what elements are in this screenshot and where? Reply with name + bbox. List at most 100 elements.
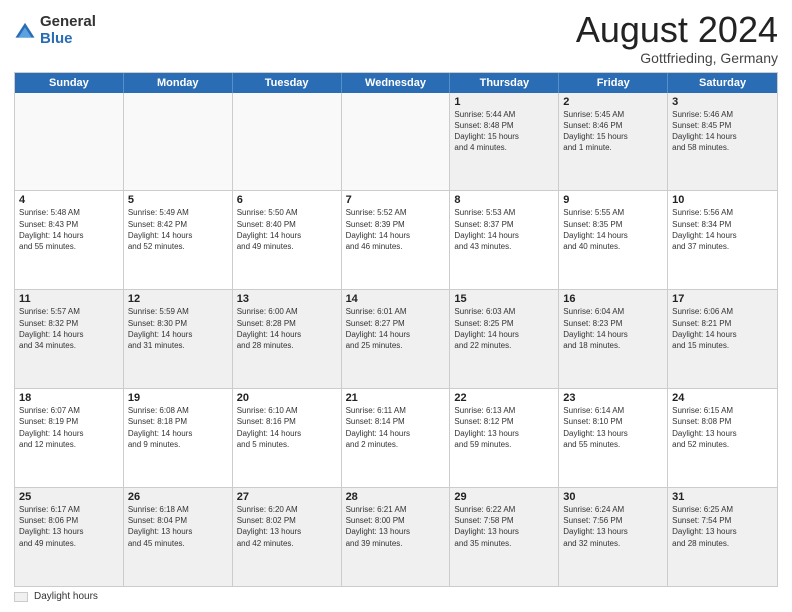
day-number: 7	[346, 194, 446, 206]
calendar: SundayMondayTuesdayWednesdayThursdayFrid…	[14, 72, 778, 587]
legend-box	[14, 592, 28, 602]
day-number: 14	[346, 293, 446, 305]
day-cell-9: 9Sunrise: 5:55 AM Sunset: 8:35 PM Daylig…	[559, 191, 668, 289]
day-number: 23	[563, 392, 663, 404]
day-info: Sunrise: 5:45 AM Sunset: 8:46 PM Dayligh…	[563, 109, 663, 154]
calendar-row-3: 11Sunrise: 5:57 AM Sunset: 8:32 PM Dayli…	[15, 290, 777, 389]
day-cell-26: 26Sunrise: 6:18 AM Sunset: 8:04 PM Dayli…	[124, 488, 233, 586]
day-number: 24	[672, 392, 773, 404]
day-number: 27	[237, 491, 337, 503]
day-info: Sunrise: 6:24 AM Sunset: 7:56 PM Dayligh…	[563, 504, 663, 549]
day-cell-25: 25Sunrise: 6:17 AM Sunset: 8:06 PM Dayli…	[15, 488, 124, 586]
day-number: 1	[454, 96, 554, 108]
day-info: Sunrise: 6:00 AM Sunset: 8:28 PM Dayligh…	[237, 306, 337, 351]
day-cell-13: 13Sunrise: 6:00 AM Sunset: 8:28 PM Dayli…	[233, 290, 342, 388]
calendar-row-2: 4Sunrise: 5:48 AM Sunset: 8:43 PM Daylig…	[15, 191, 777, 290]
header: General Blue August 2024 Gottfrieding, G…	[14, 10, 778, 66]
day-cell-28: 28Sunrise: 6:21 AM Sunset: 8:00 PM Dayli…	[342, 488, 451, 586]
logo-text: General Blue	[40, 14, 96, 47]
title-block: August 2024 Gottfrieding, Germany	[576, 10, 778, 66]
month-title: August 2024	[576, 10, 778, 50]
empty-cell	[15, 93, 124, 191]
day-info: Sunrise: 6:07 AM Sunset: 8:19 PM Dayligh…	[19, 405, 119, 450]
day-cell-18: 18Sunrise: 6:07 AM Sunset: 8:19 PM Dayli…	[15, 389, 124, 487]
day-number: 3	[672, 96, 773, 108]
day-info: Sunrise: 6:15 AM Sunset: 8:08 PM Dayligh…	[672, 405, 773, 450]
day-number: 5	[128, 194, 228, 206]
day-cell-8: 8Sunrise: 5:53 AM Sunset: 8:37 PM Daylig…	[450, 191, 559, 289]
weekday-header-monday: Monday	[124, 73, 233, 93]
weekday-header-wednesday: Wednesday	[342, 73, 451, 93]
day-number: 22	[454, 392, 554, 404]
day-number: 30	[563, 491, 663, 503]
day-number: 31	[672, 491, 773, 503]
day-info: Sunrise: 6:10 AM Sunset: 8:16 PM Dayligh…	[237, 405, 337, 450]
day-number: 20	[237, 392, 337, 404]
logo-general-text: General	[40, 14, 96, 31]
day-info: Sunrise: 6:01 AM Sunset: 8:27 PM Dayligh…	[346, 306, 446, 351]
weekday-header-thursday: Thursday	[450, 73, 559, 93]
calendar-row-4: 18Sunrise: 6:07 AM Sunset: 8:19 PM Dayli…	[15, 389, 777, 488]
day-cell-2: 2Sunrise: 5:45 AM Sunset: 8:46 PM Daylig…	[559, 93, 668, 191]
empty-cell	[342, 93, 451, 191]
day-cell-10: 10Sunrise: 5:56 AM Sunset: 8:34 PM Dayli…	[668, 191, 777, 289]
day-cell-22: 22Sunrise: 6:13 AM Sunset: 8:12 PM Dayli…	[450, 389, 559, 487]
calendar-row-1: 1Sunrise: 5:44 AM Sunset: 8:48 PM Daylig…	[15, 93, 777, 192]
day-info: Sunrise: 6:06 AM Sunset: 8:21 PM Dayligh…	[672, 306, 773, 351]
day-number: 10	[672, 194, 773, 206]
day-info: Sunrise: 6:18 AM Sunset: 8:04 PM Dayligh…	[128, 504, 228, 549]
empty-cell	[124, 93, 233, 191]
day-info: Sunrise: 6:22 AM Sunset: 7:58 PM Dayligh…	[454, 504, 554, 549]
day-number: 2	[563, 96, 663, 108]
day-info: Sunrise: 6:13 AM Sunset: 8:12 PM Dayligh…	[454, 405, 554, 450]
day-number: 21	[346, 392, 446, 404]
day-cell-1: 1Sunrise: 5:44 AM Sunset: 8:48 PM Daylig…	[450, 93, 559, 191]
day-cell-5: 5Sunrise: 5:49 AM Sunset: 8:42 PM Daylig…	[124, 191, 233, 289]
empty-cell	[233, 93, 342, 191]
day-number: 4	[19, 194, 119, 206]
day-number: 29	[454, 491, 554, 503]
day-cell-23: 23Sunrise: 6:14 AM Sunset: 8:10 PM Dayli…	[559, 389, 668, 487]
calendar-header: SundayMondayTuesdayWednesdayThursdayFrid…	[15, 73, 777, 93]
day-info: Sunrise: 6:11 AM Sunset: 8:14 PM Dayligh…	[346, 405, 446, 450]
day-info: Sunrise: 5:56 AM Sunset: 8:34 PM Dayligh…	[672, 207, 773, 252]
day-cell-24: 24Sunrise: 6:15 AM Sunset: 8:08 PM Dayli…	[668, 389, 777, 487]
day-info: Sunrise: 6:20 AM Sunset: 8:02 PM Dayligh…	[237, 504, 337, 549]
day-info: Sunrise: 5:48 AM Sunset: 8:43 PM Dayligh…	[19, 207, 119, 252]
day-info: Sunrise: 5:53 AM Sunset: 8:37 PM Dayligh…	[454, 207, 554, 252]
day-info: Sunrise: 5:57 AM Sunset: 8:32 PM Dayligh…	[19, 306, 119, 351]
day-number: 28	[346, 491, 446, 503]
day-number: 11	[19, 293, 119, 305]
day-cell-19: 19Sunrise: 6:08 AM Sunset: 8:18 PM Dayli…	[124, 389, 233, 487]
location: Gottfrieding, Germany	[576, 50, 778, 66]
page: General Blue August 2024 Gottfrieding, G…	[0, 0, 792, 612]
day-cell-27: 27Sunrise: 6:20 AM Sunset: 8:02 PM Dayli…	[233, 488, 342, 586]
weekday-header-tuesday: Tuesday	[233, 73, 342, 93]
day-number: 6	[237, 194, 337, 206]
day-number: 25	[19, 491, 119, 503]
day-cell-29: 29Sunrise: 6:22 AM Sunset: 7:58 PM Dayli…	[450, 488, 559, 586]
day-cell-31: 31Sunrise: 6:25 AM Sunset: 7:54 PM Dayli…	[668, 488, 777, 586]
day-cell-14: 14Sunrise: 6:01 AM Sunset: 8:27 PM Dayli…	[342, 290, 451, 388]
calendar-body: 1Sunrise: 5:44 AM Sunset: 8:48 PM Daylig…	[15, 93, 777, 586]
day-info: Sunrise: 5:50 AM Sunset: 8:40 PM Dayligh…	[237, 207, 337, 252]
day-cell-21: 21Sunrise: 6:11 AM Sunset: 8:14 PM Dayli…	[342, 389, 451, 487]
day-number: 16	[563, 293, 663, 305]
day-info: Sunrise: 6:14 AM Sunset: 8:10 PM Dayligh…	[563, 405, 663, 450]
day-info: Sunrise: 6:08 AM Sunset: 8:18 PM Dayligh…	[128, 405, 228, 450]
day-info: Sunrise: 6:04 AM Sunset: 8:23 PM Dayligh…	[563, 306, 663, 351]
legend-label: Daylight hours	[34, 591, 98, 602]
day-cell-6: 6Sunrise: 5:50 AM Sunset: 8:40 PM Daylig…	[233, 191, 342, 289]
day-info: Sunrise: 6:03 AM Sunset: 8:25 PM Dayligh…	[454, 306, 554, 351]
day-cell-11: 11Sunrise: 5:57 AM Sunset: 8:32 PM Dayli…	[15, 290, 124, 388]
footer: Daylight hours	[14, 591, 778, 602]
day-number: 8	[454, 194, 554, 206]
day-info: Sunrise: 5:46 AM Sunset: 8:45 PM Dayligh…	[672, 109, 773, 154]
day-cell-4: 4Sunrise: 5:48 AM Sunset: 8:43 PM Daylig…	[15, 191, 124, 289]
day-cell-12: 12Sunrise: 5:59 AM Sunset: 8:30 PM Dayli…	[124, 290, 233, 388]
logo: General Blue	[14, 10, 96, 47]
day-cell-17: 17Sunrise: 6:06 AM Sunset: 8:21 PM Dayli…	[668, 290, 777, 388]
day-info: Sunrise: 6:21 AM Sunset: 8:00 PM Dayligh…	[346, 504, 446, 549]
day-number: 26	[128, 491, 228, 503]
day-number: 15	[454, 293, 554, 305]
